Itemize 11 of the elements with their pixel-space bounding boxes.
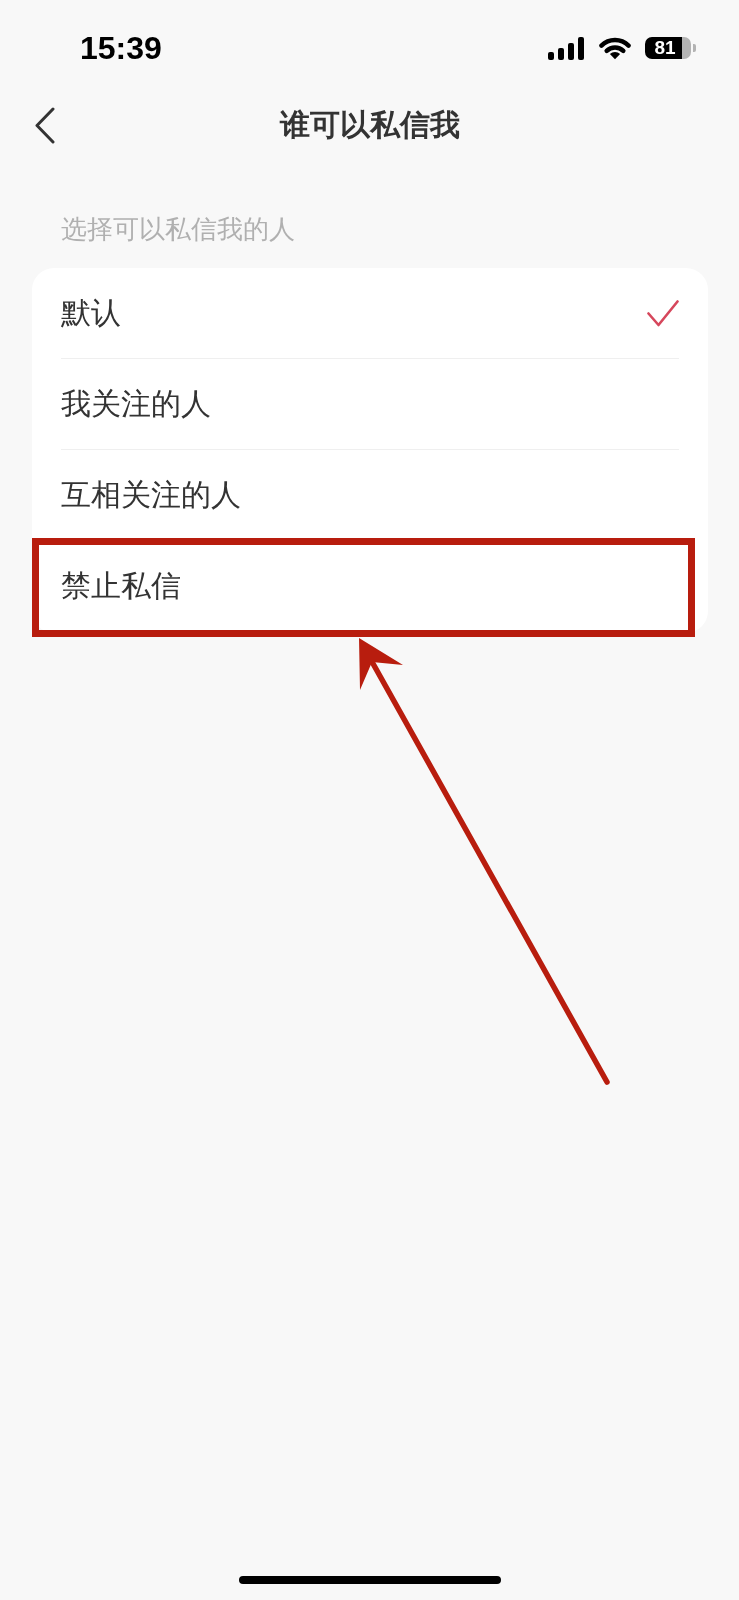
signal-icon: [548, 36, 584, 60]
option-item[interactable]: 禁止私信: [32, 541, 708, 631]
option-item[interactable]: 我关注的人: [32, 359, 708, 449]
section-label: 选择可以私信我的人: [60, 213, 296, 246]
page-title: 谁可以私信我: [279, 107, 460, 143]
status-time: 15:39: [80, 30, 162, 66]
wifi-icon: [599, 36, 631, 60]
battery-indicator: 81: [645, 37, 696, 59]
option-item[interactable]: 互相关注的人: [32, 450, 708, 540]
option-item[interactable]: 默认: [32, 268, 708, 358]
back-icon[interactable]: [34, 106, 55, 144]
